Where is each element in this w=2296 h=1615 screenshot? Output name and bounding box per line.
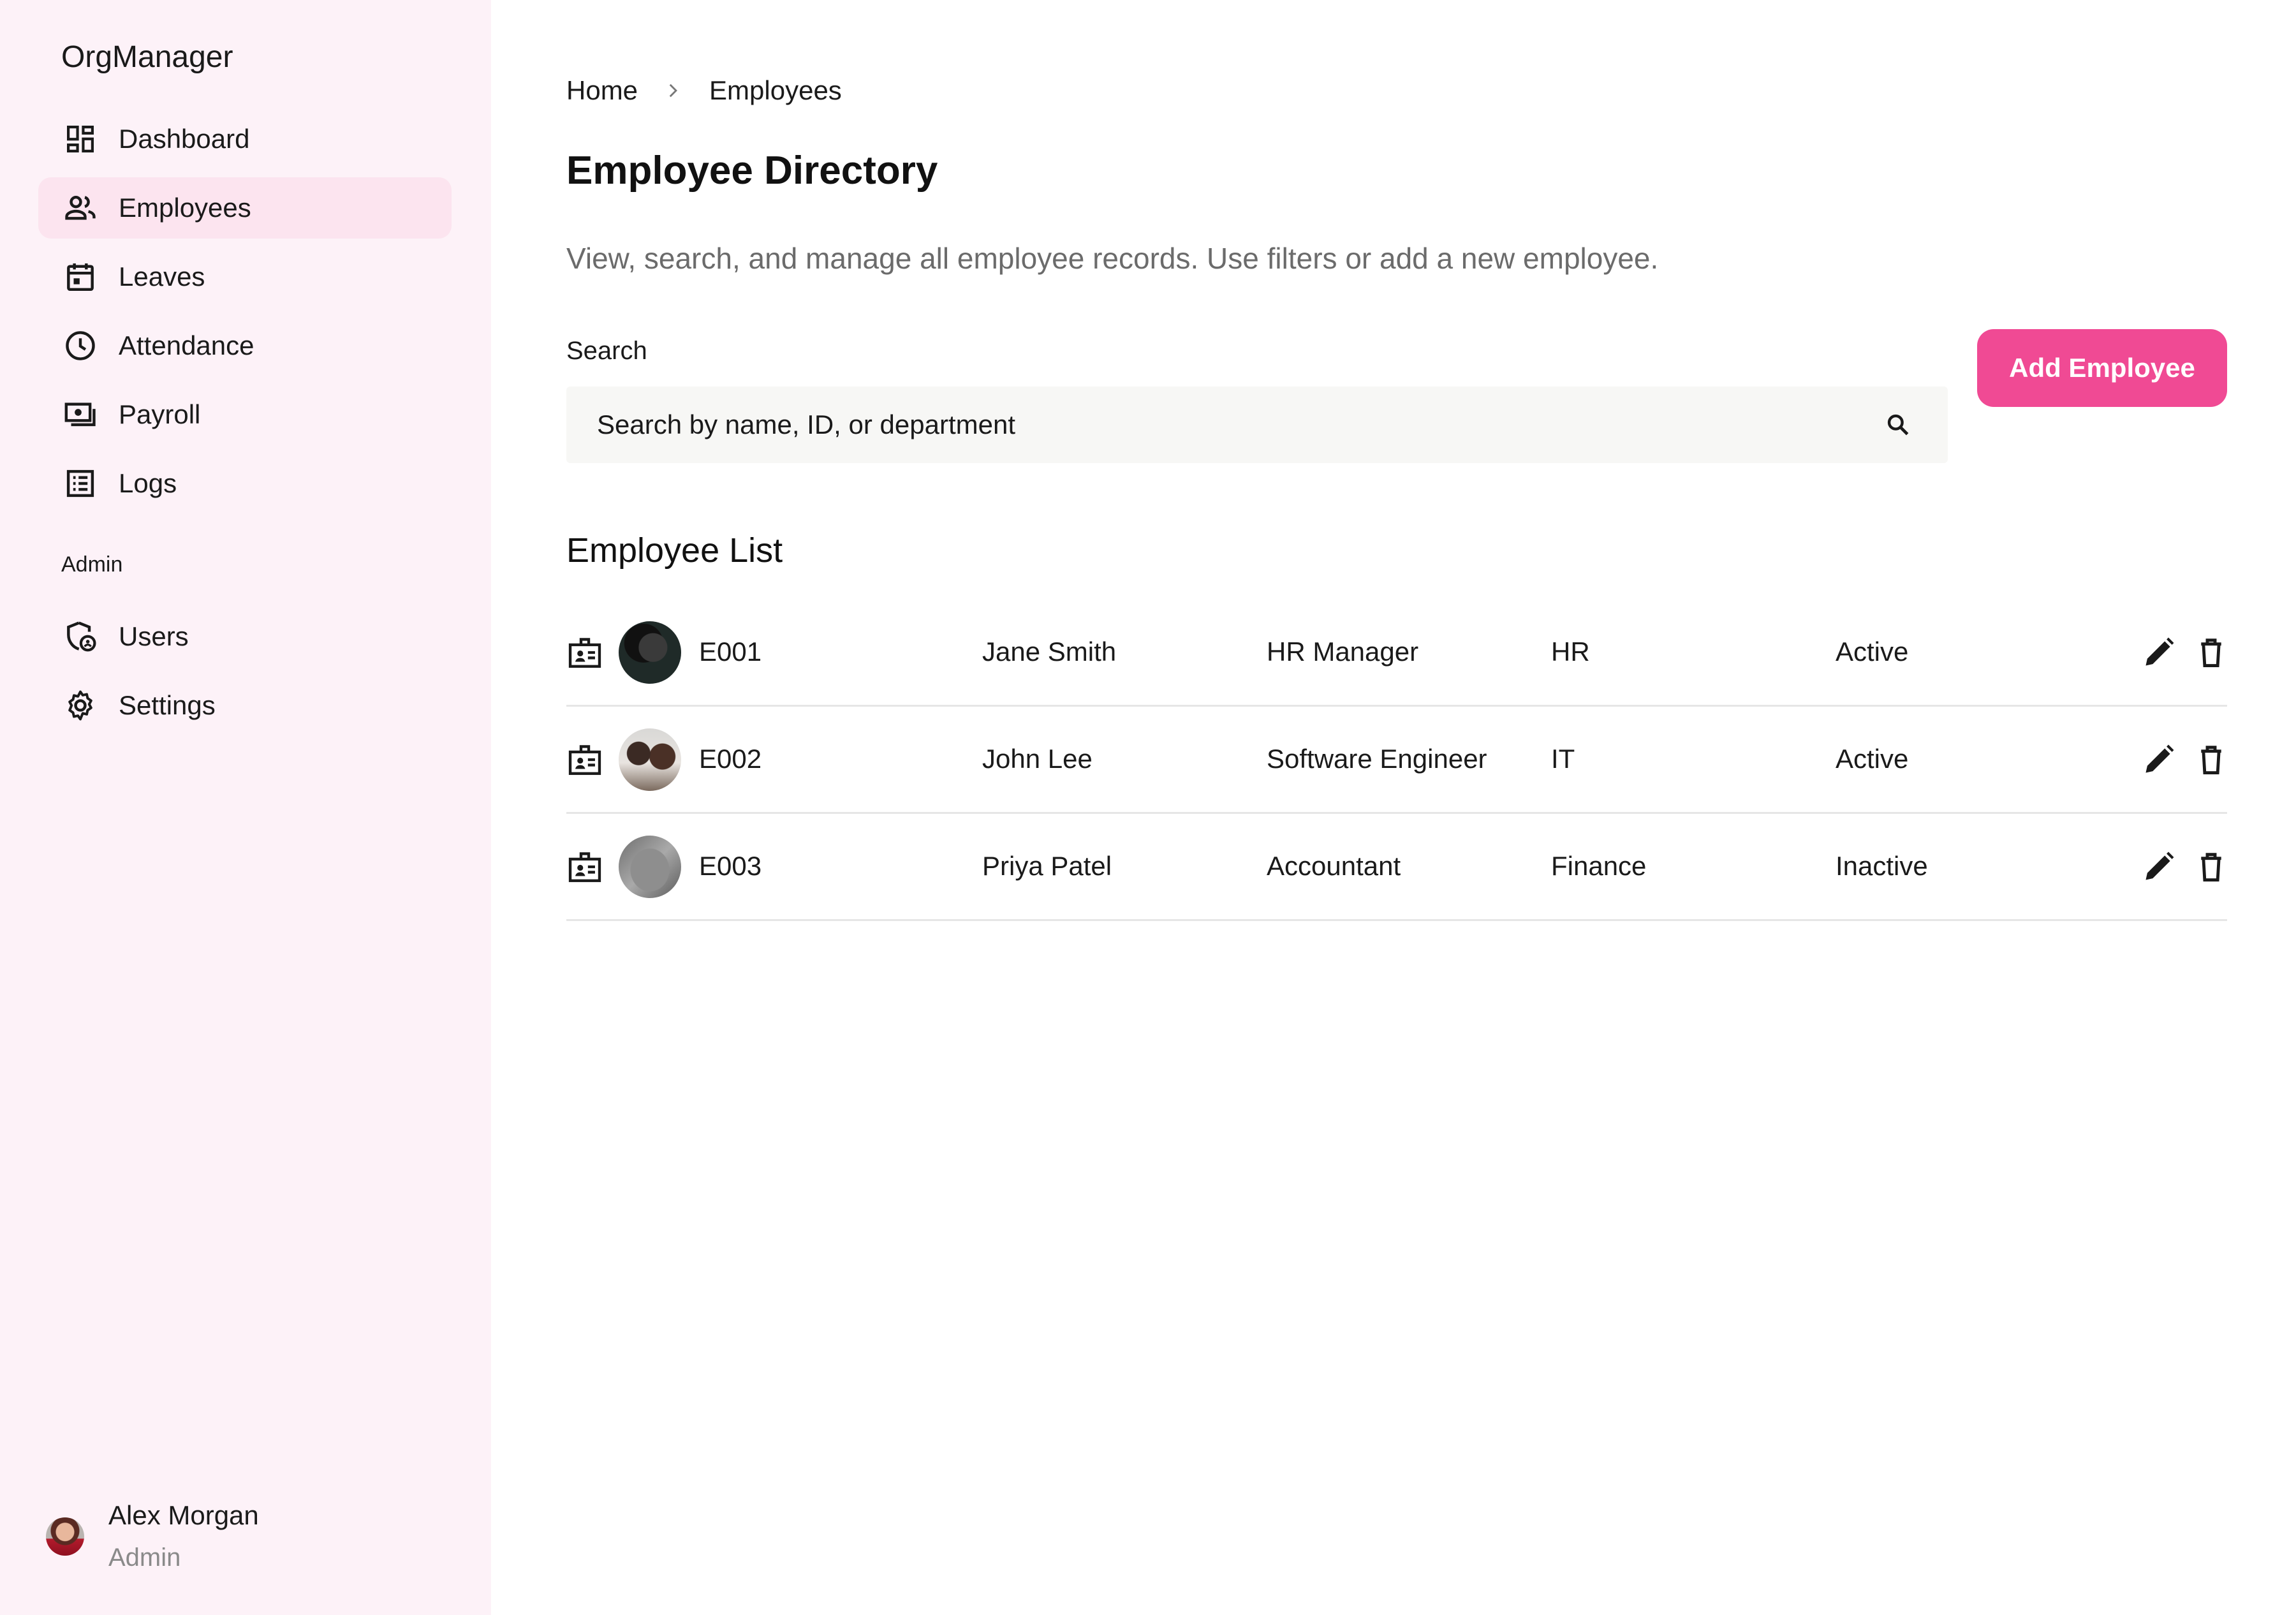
user-profile[interactable]: Alex Morgan Admin [46, 1500, 259, 1572]
employee-id: E002 [699, 744, 762, 774]
breadcrumb-home[interactable]: Home [566, 75, 638, 106]
sidebar-item-label: Payroll [119, 399, 201, 429]
breadcrumb: Home Employees [566, 75, 842, 106]
employee-department: Finance [1551, 851, 1647, 881]
sidebar-item-payroll[interactable]: Payroll [38, 384, 452, 445]
table-row[interactable]: E001 Jane Smith HR Manager HR Active [566, 600, 2227, 707]
employee-id: E001 [699, 637, 762, 667]
clock-icon [63, 328, 98, 364]
search-input[interactable] [597, 409, 1809, 440]
employee-department: HR [1551, 637, 1590, 667]
admin-section-label: Admin [61, 552, 123, 577]
breadcrumb-current: Employees [709, 75, 842, 105]
main-content: Home Employees Employee Directory View, … [491, 0, 2296, 1615]
search-box [566, 387, 1948, 463]
employee-department: IT [1551, 744, 1575, 774]
sidebar-item-label: Users [119, 621, 189, 651]
people-icon [63, 190, 98, 226]
employee-role: Software Engineer [1267, 744, 1487, 774]
sidebar-item-label: Employees [119, 193, 251, 223]
table-row[interactable]: E002 John Lee Software Engineer IT Activ… [566, 707, 2227, 814]
sidebar-item-label: Settings [119, 690, 216, 720]
search-label: Search [566, 337, 647, 365]
dashboard-icon [63, 121, 98, 157]
sidebar-item-label: Leaves [119, 262, 205, 291]
chevron-right-icon [669, 84, 678, 98]
employee-name: Jane Smith [982, 637, 1117, 667]
avatar [619, 728, 681, 791]
badge-icon [568, 745, 601, 775]
badge-icon [568, 638, 601, 668]
edit-icon[interactable] [2140, 848, 2177, 885]
sidebar-item-label: Dashboard [119, 124, 250, 154]
profile-role: Admin [108, 1544, 181, 1572]
sidebar: OrgManager Dashboard Employees Leaves At… [0, 0, 491, 1615]
sidebar-item-dashboard[interactable]: Dashboard [38, 108, 452, 170]
edit-icon[interactable] [2140, 741, 2177, 778]
page-description: View, search, and manage all employee re… [566, 242, 1659, 275]
employee-role: Accountant [1267, 851, 1401, 881]
employee-status: Active [1836, 744, 1909, 774]
calendar-icon [63, 259, 98, 295]
app-brand: OrgManager [61, 40, 233, 74]
sidebar-item-settings[interactable]: Settings [38, 675, 452, 736]
delete-icon[interactable] [2193, 848, 2230, 885]
avatar [619, 836, 681, 898]
user-shield-icon [63, 619, 98, 654]
sidebar-item-users[interactable]: Users [38, 606, 452, 667]
search-icon[interactable] [1884, 411, 1912, 439]
employee-role: HR Manager [1267, 637, 1419, 667]
list-icon [63, 466, 98, 501]
sidebar-item-employees[interactable]: Employees [38, 177, 452, 239]
employee-name: John Lee [982, 744, 1093, 774]
sidebar-item-attendance[interactable]: Attendance [38, 315, 452, 376]
employee-status: Inactive [1836, 851, 1928, 881]
delete-icon[interactable] [2193, 634, 2230, 671]
employee-id: E003 [699, 851, 762, 881]
employee-list-title: Employee List [566, 531, 783, 570]
sidebar-item-leaves[interactable]: Leaves [38, 246, 452, 307]
sidebar-item-logs[interactable]: Logs [38, 453, 452, 514]
employee-status: Active [1836, 637, 1909, 667]
page-title: Employee Directory [566, 149, 938, 193]
gear-icon [63, 688, 98, 723]
table-row[interactable]: E003 Priya Patel Accountant Finance Inac… [566, 814, 2227, 921]
edit-icon[interactable] [2140, 634, 2177, 671]
sidebar-item-label: Logs [119, 468, 177, 498]
payments-icon [63, 397, 98, 432]
avatar [46, 1517, 84, 1556]
badge-icon [568, 852, 601, 882]
profile-name: Alex Morgan [108, 1500, 259, 1530]
avatar [619, 621, 681, 684]
sidebar-item-label: Attendance [119, 330, 254, 360]
employee-name: Priya Patel [982, 851, 1112, 881]
add-employee-button[interactable]: Add Employee [1977, 329, 2227, 407]
delete-icon[interactable] [2193, 741, 2230, 778]
